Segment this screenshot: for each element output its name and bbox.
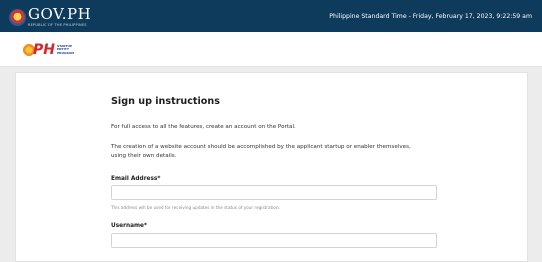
email-hint: This address will be used for receiving … — [111, 205, 280, 210]
gov-ph-title: GOV.PH — [28, 4, 92, 23]
username-field[interactable] — [111, 233, 437, 248]
gov-bar: GOV.PH REPUBLIC OF THE PHILIPPINES Phili… — [0, 0, 542, 32]
gov-ph-link[interactable]: GOV.PH REPUBLIC OF THE PHILIPPINES — [9, 4, 92, 27]
signup-card: Sign up instructions For full access to … — [15, 72, 528, 262]
logo-word-3: PROGRAM — [56, 50, 75, 55]
signup-content: Sign up instructions For full access to … — [111, 96, 441, 248]
logo-words: STARTUP ENTITY PROGRAM — [56, 44, 75, 55]
page-title: Sign up instructions — [111, 96, 220, 107]
portal-header: PH STARTUP ENTITY PROGRAM — [0, 32, 542, 67]
email-field[interactable] — [111, 185, 437, 200]
instructions-paragraph-1: For full access to all the features, cre… — [111, 124, 296, 130]
standard-time-text: Philippine Standard Time - Friday, Febru… — [329, 12, 532, 20]
instructions-paragraph-2: The creation of a website account should… — [111, 144, 411, 159]
gov-ph-subtitle: REPUBLIC OF THE PHILIPPINES — [28, 22, 87, 27]
startup-portal-logo[interactable]: PH STARTUP ENTITY PROGRAM — [22, 40, 74, 60]
username-label: Username* — [111, 223, 147, 229]
philippine-seal-icon — [9, 8, 26, 26]
email-label: Email Address* — [111, 176, 161, 182]
logo-ph-text: PH — [33, 42, 55, 58]
